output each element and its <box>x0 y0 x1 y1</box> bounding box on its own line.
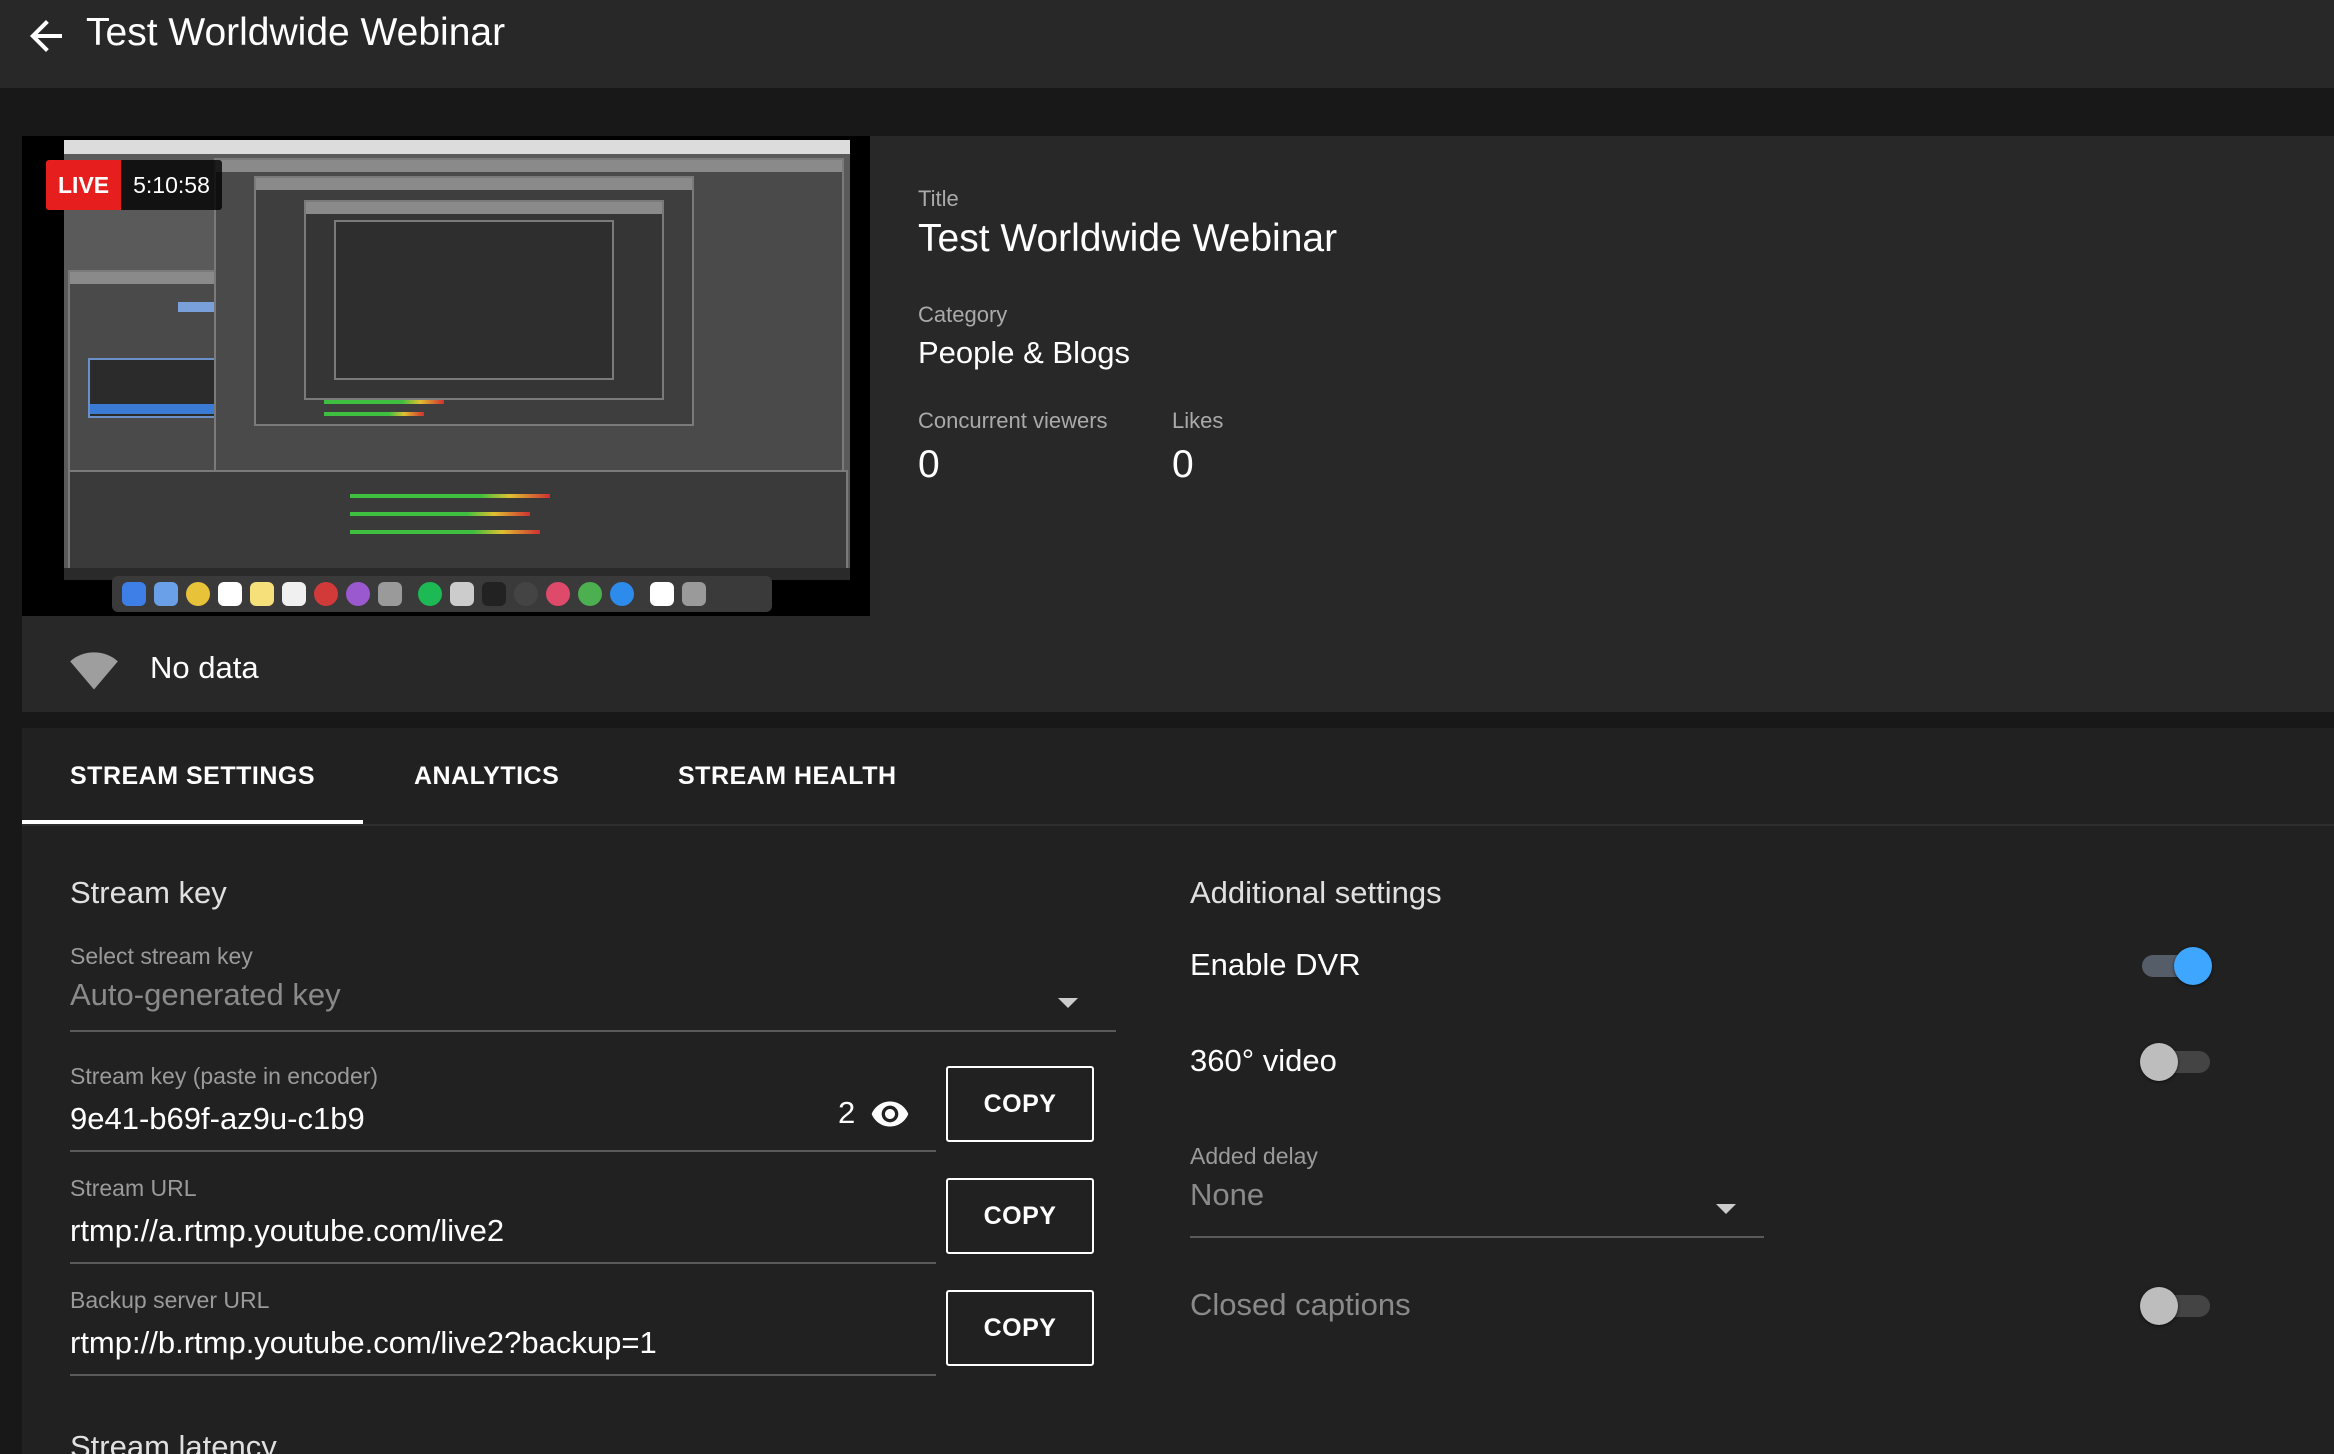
stream-key-field[interactable]: 9e41-b69f-az9u-c1b9 <box>70 1100 365 1138</box>
added-delay-underline <box>1190 1236 1764 1238</box>
viewers-value: 0 <box>918 443 940 486</box>
closed-captions-label: Closed captions <box>1190 1287 1411 1322</box>
connection-status: No data <box>150 650 259 685</box>
title-label: Title <box>918 186 959 211</box>
title-value: Test Worldwide Webinar <box>918 217 1338 260</box>
stream-url-underline <box>70 1262 936 1264</box>
video-360-toggle[interactable] <box>2140 1038 2212 1086</box>
stream-url-label: Stream URL <box>70 1175 197 1201</box>
thumbnail-dock <box>112 576 772 612</box>
added-delay-value: None <box>1190 1177 1265 1212</box>
category-value: People & Blogs <box>918 335 1130 370</box>
stream-key-label: Stream key (paste in encoder) <box>70 1063 379 1089</box>
stream-thumbnail[interactable]: LIVE 5:10:58 <box>22 136 870 616</box>
stream-url-field[interactable]: rtmp://a.rtmp.youtube.com/live2 <box>70 1212 504 1250</box>
backup-url-label: Backup server URL <box>70 1287 270 1313</box>
wifi-signal-icon <box>70 652 118 690</box>
stream-key-counter: 2 <box>838 1095 856 1130</box>
select-underline <box>70 1030 1116 1032</box>
chevron-down-icon <box>1058 998 1078 1008</box>
category-label: Category <box>918 302 1008 327</box>
copy-stream-url-button[interactable]: COPY <box>946 1178 1094 1254</box>
elapsed-time: 5:10:58 <box>133 172 210 198</box>
page-title: Test Worldwide Webinar <box>86 11 506 54</box>
likes-value: 0 <box>1172 443 1194 486</box>
select-stream-key-value: Auto-generated key <box>70 977 341 1012</box>
video-360-label: 360° video <box>1190 1043 1337 1078</box>
backup-url-underline <box>70 1374 936 1376</box>
viewers-label: Concurrent viewers <box>918 408 1108 433</box>
backup-url-field[interactable]: rtmp://b.rtmp.youtube.com/live2?backup=1 <box>70 1324 657 1362</box>
added-delay-label: Added delay <box>1190 1143 1318 1169</box>
arrow-left-icon[interactable] <box>22 12 70 60</box>
copy-backup-url-button[interactable]: COPY <box>946 1290 1094 1366</box>
copy-stream-key-button[interactable]: COPY <box>946 1066 1094 1142</box>
live-badge: LIVE 5:10:58 <box>46 160 222 210</box>
stream-latency-heading: Stream latency <box>70 1429 277 1454</box>
live-label: LIVE <box>46 160 122 210</box>
likes-label: Likes <box>1172 408 1224 433</box>
chevron-down-icon <box>1716 1204 1736 1214</box>
tab-bar: STREAM SETTINGS ANALYTICS STREAM HEALTH <box>22 728 2334 824</box>
tab-analytics[interactable]: ANALYTICS <box>366 728 607 824</box>
tab-stream-health[interactable]: STREAM HEALTH <box>630 728 945 824</box>
app-header: Test Worldwide Webinar <box>0 0 2334 88</box>
closed-captions-toggle[interactable] <box>2140 1282 2212 1330</box>
enable-dvr-toggle[interactable] <box>2140 942 2212 990</box>
enable-dvr-label: Enable DVR <box>1190 947 1361 982</box>
select-stream-key-label: Select stream key <box>70 943 253 969</box>
settings-panel: STREAM SETTINGS ANALYTICS STREAM HEALTH … <box>22 728 2334 1454</box>
stream-preview-panel: LIVE 5:10:58 Title Test Worldwide Webina… <box>22 136 2334 712</box>
eye-icon[interactable] <box>870 1094 910 1134</box>
additional-settings-heading: Additional settings <box>1190 875 1442 910</box>
tab-stream-settings[interactable]: STREAM SETTINGS <box>22 728 364 824</box>
stream-key-underline <box>70 1150 936 1152</box>
stream-key-heading: Stream key <box>70 875 227 910</box>
